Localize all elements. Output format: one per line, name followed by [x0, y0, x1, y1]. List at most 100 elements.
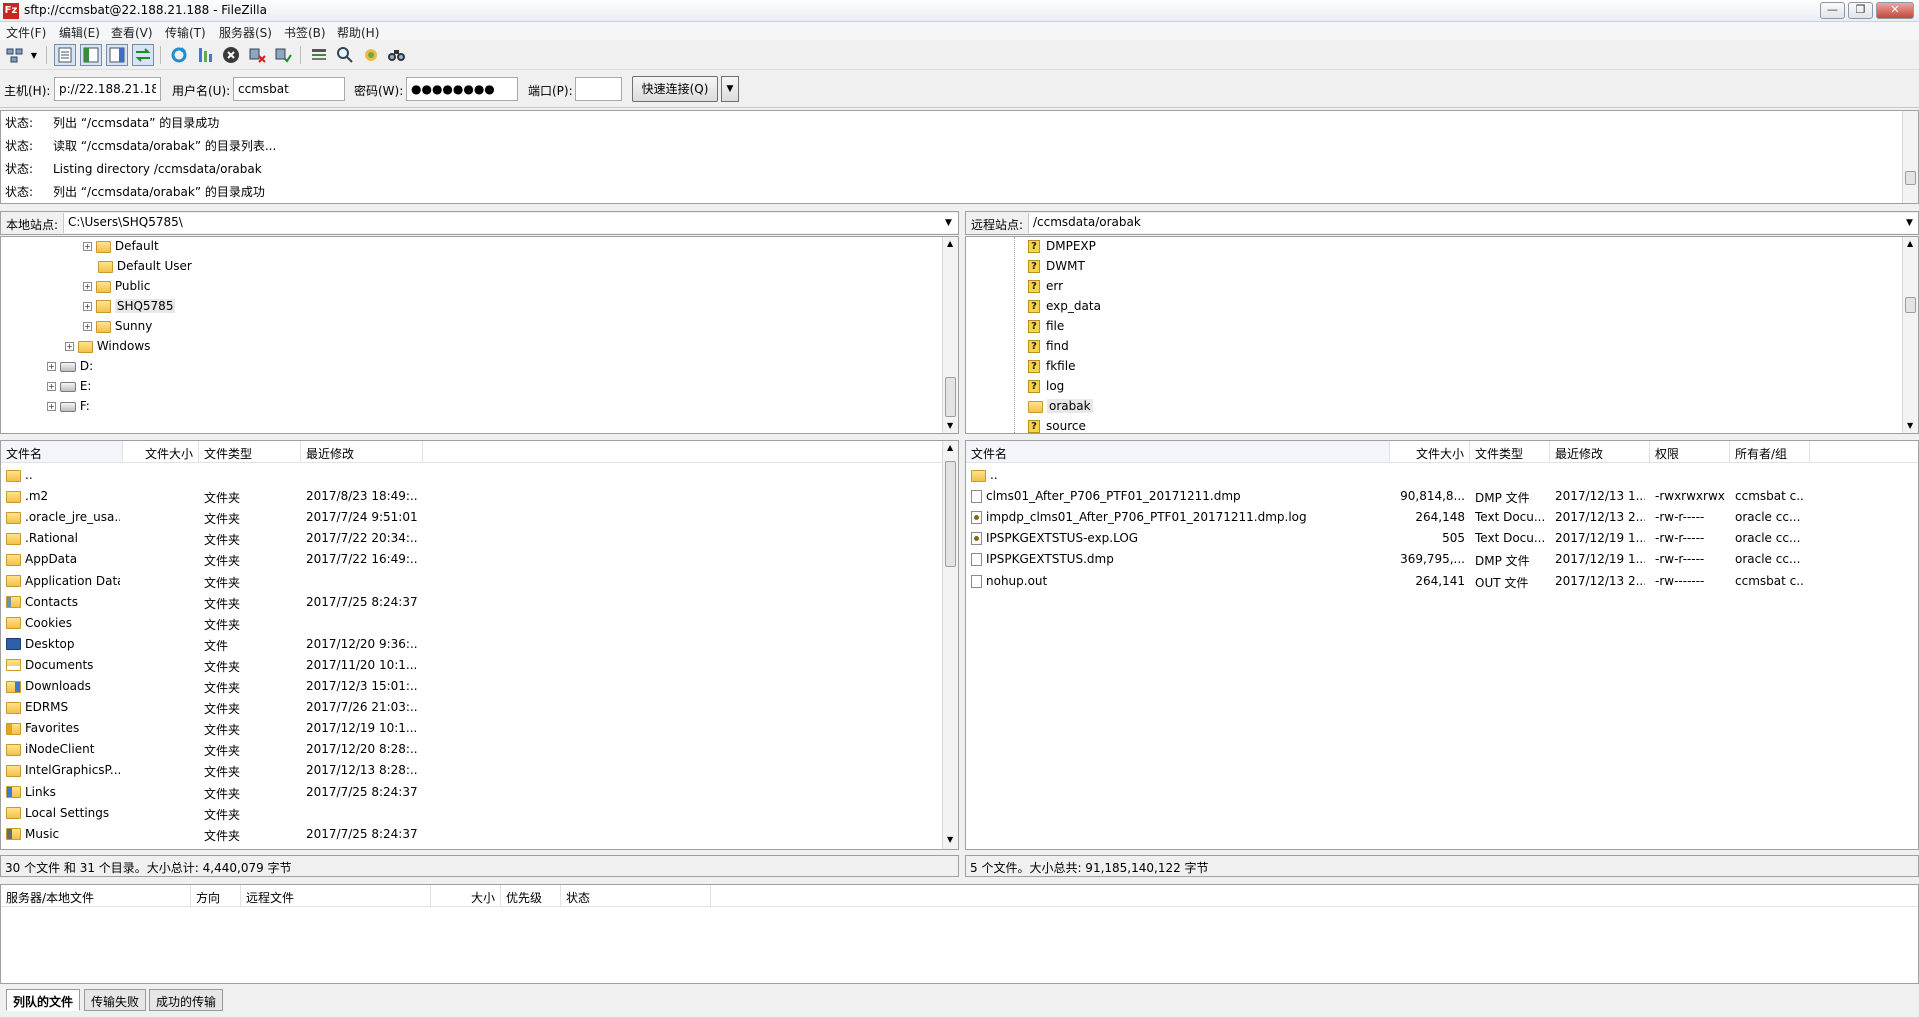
file-row[interactable]: EDRMS 文件夹 2017/7/26 21:03:...	[1, 697, 941, 718]
tab-successful-transfers[interactable]: 成功的传输	[149, 989, 224, 1011]
tree-item[interactable]: + Public	[83, 279, 150, 299]
scroll-thumb[interactable]	[1905, 297, 1916, 313]
process-queue-icon[interactable]	[194, 44, 216, 66]
menu-bookmarks[interactable]: 书签(B)	[284, 24, 326, 41]
tree-item-selected[interactable]: orabak	[1028, 399, 1093, 419]
queue-col-local-file[interactable]: 服务器/本地文件	[1, 885, 191, 907]
local-col-filename[interactable]: 文件名	[1, 441, 123, 463]
local-col-modified[interactable]: 最近修改	[301, 441, 423, 463]
tree-item[interactable]: ? find	[1028, 339, 1069, 359]
file-row[interactable]: Links 文件夹 2017/7/25 8:24:37	[1, 782, 941, 803]
tree-item[interactable]: ? file	[1028, 319, 1064, 339]
file-row[interactable]: .m2 文件夹 2017/8/23 18:49:...	[1, 486, 941, 507]
local-tree-scrollbar[interactable]: ▲ ▼	[942, 237, 958, 433]
local-path-dropdown-icon[interactable]: ▼	[945, 218, 952, 228]
search-files-icon[interactable]	[386, 44, 408, 66]
port-input[interactable]	[575, 77, 622, 101]
file-row[interactable]: IPSPKGEXTSTUS.dmp 369,795,... DMP 文件 2017/1…	[966, 549, 1916, 570]
restore-button[interactable]: ❐	[1848, 2, 1873, 19]
tree-item[interactable]: ? DMPEXP	[1028, 239, 1096, 259]
quickconnect-dropdown-button[interactable]: ▼	[721, 76, 739, 102]
file-row[interactable]: IPSPKGEXTSTUS-exp.LOG 505 Text Docu... 2017…	[966, 528, 1916, 549]
toggle-log-icon[interactable]	[54, 44, 76, 66]
tree-item[interactable]: ? fkfile	[1028, 359, 1075, 379]
remote-path-dropdown-icon[interactable]: ▼	[1906, 218, 1913, 228]
menu-file[interactable]: 文件(F)	[6, 24, 46, 41]
expand-icon[interactable]: +	[47, 362, 56, 371]
file-row[interactable]: Music 文件夹 2017/7/25 8:24:37	[1, 824, 941, 845]
scroll-down-icon[interactable]: ▼	[947, 835, 953, 844]
remote-directory-tree[interactable]: ? DMPEXP ? DWMT ? err ? exp_data ? file ? find…	[965, 236, 1919, 434]
remote-col-modified[interactable]: 最近修改	[1550, 441, 1650, 463]
file-row[interactable]: Cookies 文件夹	[1, 613, 941, 634]
scroll-up-icon[interactable]: ▲	[947, 443, 953, 452]
disconnect-icon[interactable]	[246, 44, 268, 66]
expand-icon[interactable]: +	[83, 282, 92, 291]
file-row[interactable]: Application Data 文件夹	[1, 571, 941, 592]
file-row[interactable]: iNodeClient 文件夹 2017/12/20 8:28:...	[1, 739, 941, 760]
close-button[interactable]: ✕	[1876, 2, 1914, 19]
expand-icon[interactable]: +	[83, 322, 92, 331]
remote-path-input[interactable]: /ccmsdata/orabak	[1028, 213, 1918, 233]
tree-item[interactable]: Default User	[83, 259, 192, 279]
refresh-icon[interactable]	[168, 44, 190, 66]
synchronized-browsing-icon[interactable]	[360, 44, 382, 66]
expand-icon[interactable]: +	[83, 242, 92, 251]
queue-col-direction[interactable]: 方向	[191, 885, 241, 907]
toggle-queue-icon[interactable]	[132, 44, 154, 66]
tree-item[interactable]: + Sunny	[83, 319, 152, 339]
remote-tree-scrollbar[interactable]: ▲ ▼	[1902, 237, 1918, 433]
scroll-thumb[interactable]	[945, 461, 956, 567]
host-input[interactable]	[54, 77, 161, 101]
file-row[interactable]: AppData 文件夹 2017/7/22 16:49:...	[1, 549, 941, 570]
file-row[interactable]: .oracle_jre_usa... 文件夹 2017/7/24 9:51:01	[1, 507, 941, 528]
local-col-type[interactable]: 文件类型	[199, 441, 301, 463]
remote-col-permissions[interactable]: 权限	[1650, 441, 1730, 463]
tree-item[interactable]: + D:	[47, 359, 93, 379]
local-file-list[interactable]: 文件名 文件大小 文件类型 最近修改 .. .m2 文件夹 2017/8/23 18:…	[0, 440, 959, 850]
file-row[interactable]: nohup.out 264,141 OUT 文件 2017/12/13 2... -rw…	[966, 571, 1916, 592]
tree-item[interactable]: + F:	[47, 399, 90, 419]
menu-transfer[interactable]: 传输(T)	[165, 24, 206, 41]
local-list-scrollbar[interactable]: ▲ ▼	[942, 441, 958, 849]
local-path-input[interactable]: C:\Users\SHQ5785\	[63, 213, 958, 233]
expand-icon[interactable]: +	[47, 382, 56, 391]
remote-col-type[interactable]: 文件类型	[1470, 441, 1550, 463]
local-col-size[interactable]: 文件大小	[123, 441, 199, 463]
tree-item-selected[interactable]: + SHQ5785	[83, 299, 176, 319]
remote-col-size[interactable]: 文件大小	[1390, 441, 1470, 463]
tab-failed-transfers[interactable]: 传输失败	[84, 989, 147, 1011]
file-row[interactable]: Favorites 文件夹 2017/12/19 10:1...	[1, 718, 941, 739]
local-directory-tree[interactable]: + Default Default User + Public + SHQ578…	[0, 236, 959, 434]
compare-directories-icon[interactable]	[334, 44, 356, 66]
tree-item[interactable]: + Windows	[65, 339, 150, 359]
username-input[interactable]	[233, 77, 345, 101]
file-row[interactable]: Local Settings 文件夹	[1, 803, 941, 824]
file-row[interactable]: ..	[1, 465, 941, 486]
tree-item[interactable]: ? source	[1028, 419, 1086, 433]
file-row[interactable]: clms01_After_P706_PTF01_20171211.dmp 90,8…	[966, 486, 1916, 507]
message-log[interactable]: 状态: 列出 “/ccmsdata” 的目录成功 状态: 读取 “/ccmsdata…	[0, 110, 1919, 204]
toggle-local-tree-icon[interactable]	[80, 44, 102, 66]
file-row[interactable]: impdp_clms01_After_P706_PTF01_20171211.d…	[966, 507, 1916, 528]
tab-queued-files[interactable]: 列队的文件	[6, 989, 81, 1011]
file-row[interactable]: IntelGraphicsP... 文件夹 2017/12/13 8:28:...	[1, 760, 941, 781]
quickconnect-button[interactable]: 快速连接(Q)	[632, 76, 718, 102]
remote-col-filename[interactable]: 文件名	[966, 441, 1390, 463]
tree-item[interactable]: + E:	[47, 379, 91, 399]
scroll-up-icon[interactable]: ▲	[1907, 239, 1913, 248]
minimize-button[interactable]: —	[1820, 2, 1845, 19]
menu-help[interactable]: 帮助(H)	[337, 24, 379, 41]
site-manager-icon[interactable]	[4, 44, 26, 66]
menu-edit[interactable]: 编辑(E)	[59, 24, 100, 41]
scroll-down-icon[interactable]: ▼	[947, 421, 953, 430]
tree-item[interactable]: + Default	[83, 239, 159, 259]
toggle-remote-tree-icon[interactable]	[106, 44, 128, 66]
tree-item[interactable]: ? exp_data	[1028, 299, 1101, 319]
file-row[interactable]: Desktop 文件 2017/12/20 9:36:...	[1, 634, 941, 655]
menu-server[interactable]: 服务器(S)	[219, 24, 272, 41]
password-input[interactable]	[406, 77, 518, 101]
scroll-up-icon[interactable]: ▲	[947, 239, 953, 248]
tree-item[interactable]: ? DWMT	[1028, 259, 1085, 279]
menu-view[interactable]: 查看(V)	[111, 24, 153, 41]
